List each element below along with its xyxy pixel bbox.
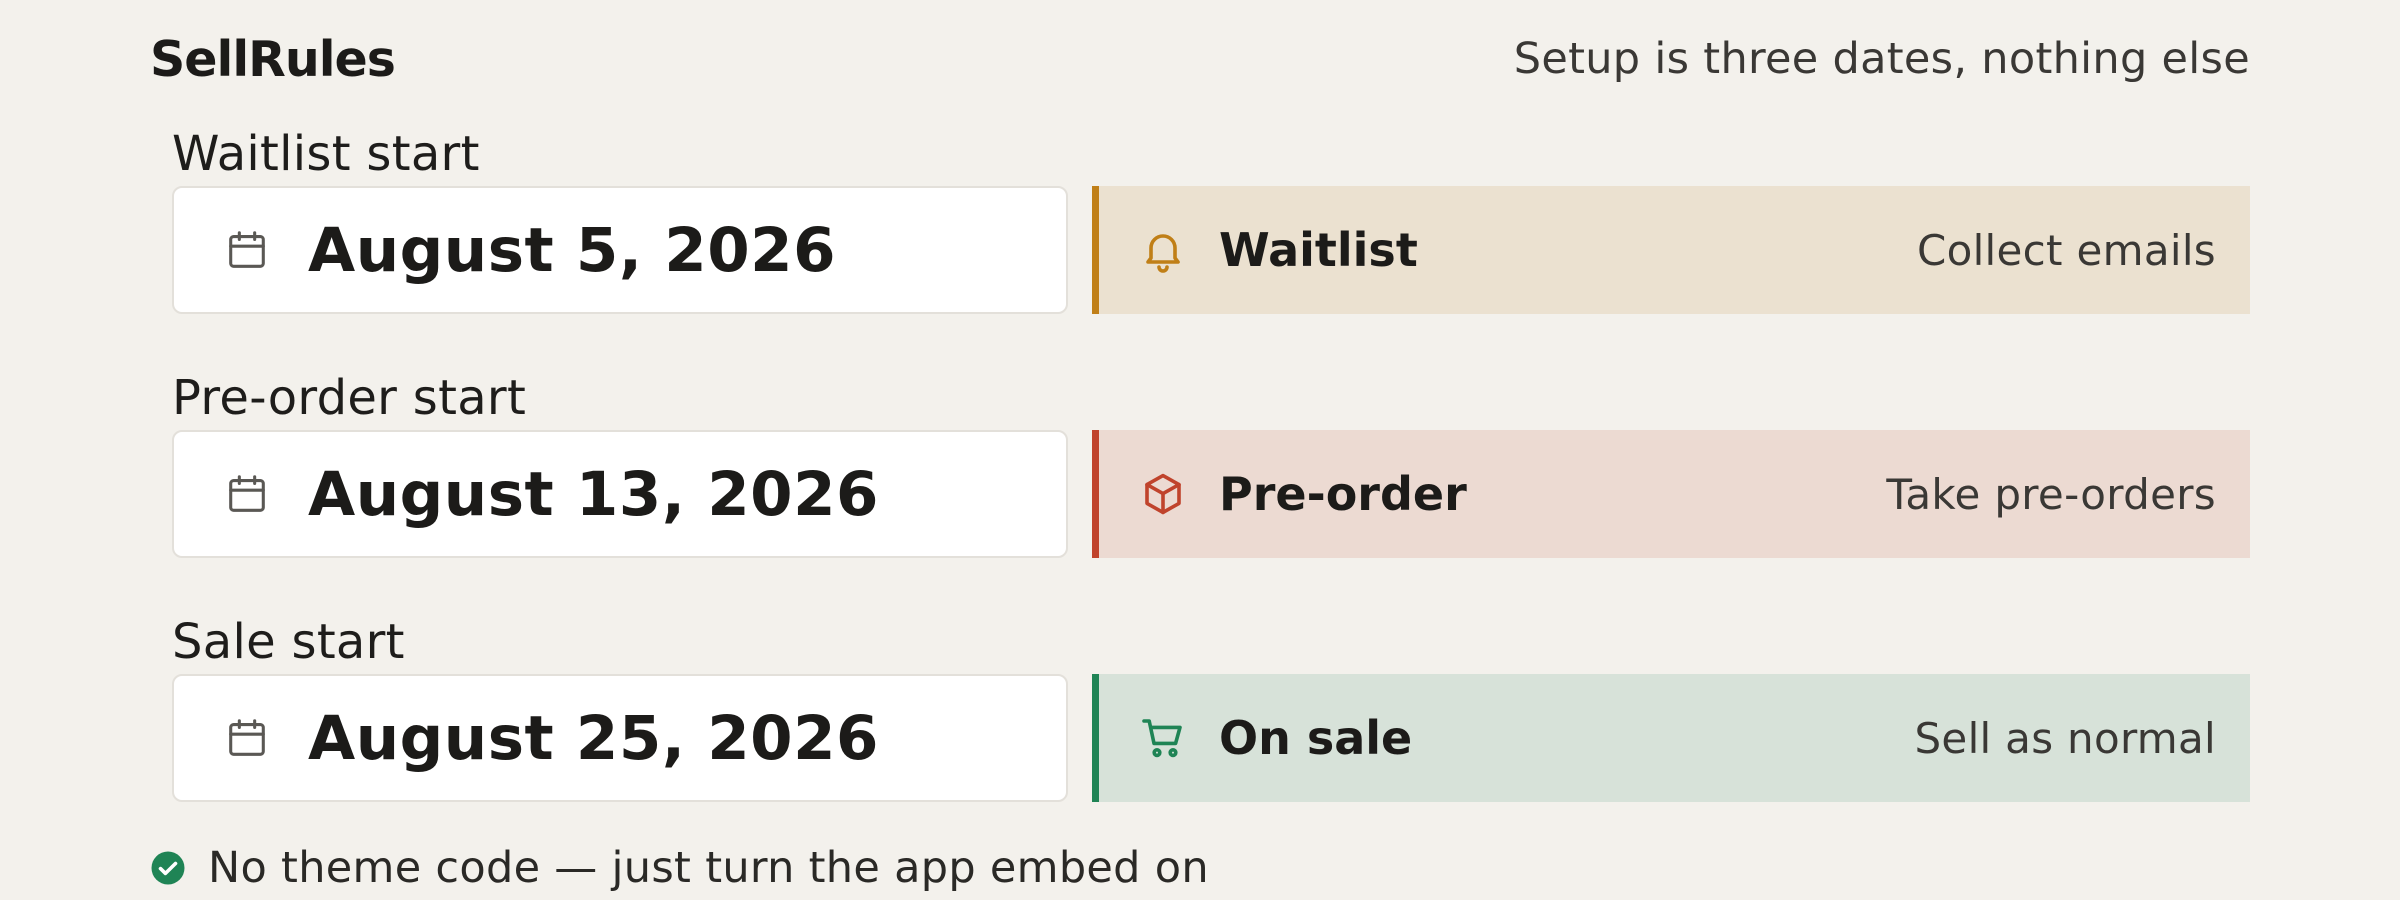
status-description: Collect emails bbox=[1916, 225, 2216, 275]
app-tagline: Setup is three dates, nothing else bbox=[1513, 34, 2250, 84]
sale-start-label: Sale start bbox=[172, 614, 405, 670]
calendar-icon[interactable] bbox=[224, 471, 270, 517]
calendar-icon[interactable] bbox=[224, 227, 270, 273]
calendar-icon[interactable] bbox=[224, 715, 270, 761]
footer-text: No theme code — just turn the app embed … bbox=[208, 843, 1209, 893]
waitlist-start-date-field[interactable]: August 5, 2026 bbox=[172, 186, 1068, 314]
sale-start-date-value: August 25, 2026 bbox=[308, 702, 880, 774]
bell-icon bbox=[1137, 224, 1189, 276]
status-title: Waitlist bbox=[1219, 223, 1418, 277]
header: SellRules Setup is three dates, nothing … bbox=[150, 24, 2250, 94]
status-description: Take pre-orders bbox=[1886, 469, 2216, 519]
cart-icon bbox=[1137, 712, 1189, 764]
app-brand: SellRules bbox=[150, 30, 396, 88]
status-on-sale: On sale Sell as normal bbox=[1092, 674, 2250, 802]
footer-note: No theme code — just turn the app embed … bbox=[150, 838, 1209, 898]
status-title: On sale bbox=[1219, 711, 1413, 765]
box-icon bbox=[1137, 468, 1189, 520]
sale-start-date-field[interactable]: August 25, 2026 bbox=[172, 674, 1068, 802]
waitlist-start-date-value: August 5, 2026 bbox=[308, 214, 837, 286]
preorder-start-date-value: August 13, 2026 bbox=[308, 458, 880, 530]
preorder-start-date-field[interactable]: August 13, 2026 bbox=[172, 430, 1068, 558]
status-description: Sell as normal bbox=[1914, 713, 2216, 763]
status-preorder: Pre-order Take pre-orders bbox=[1092, 430, 2250, 558]
status-waitlist: Waitlist Collect emails bbox=[1092, 186, 2250, 314]
preorder-start-label: Pre-order start bbox=[172, 370, 527, 426]
check-circle-icon bbox=[150, 850, 186, 886]
status-title: Pre-order bbox=[1219, 467, 1467, 521]
waitlist-start-label: Waitlist start bbox=[172, 126, 480, 182]
